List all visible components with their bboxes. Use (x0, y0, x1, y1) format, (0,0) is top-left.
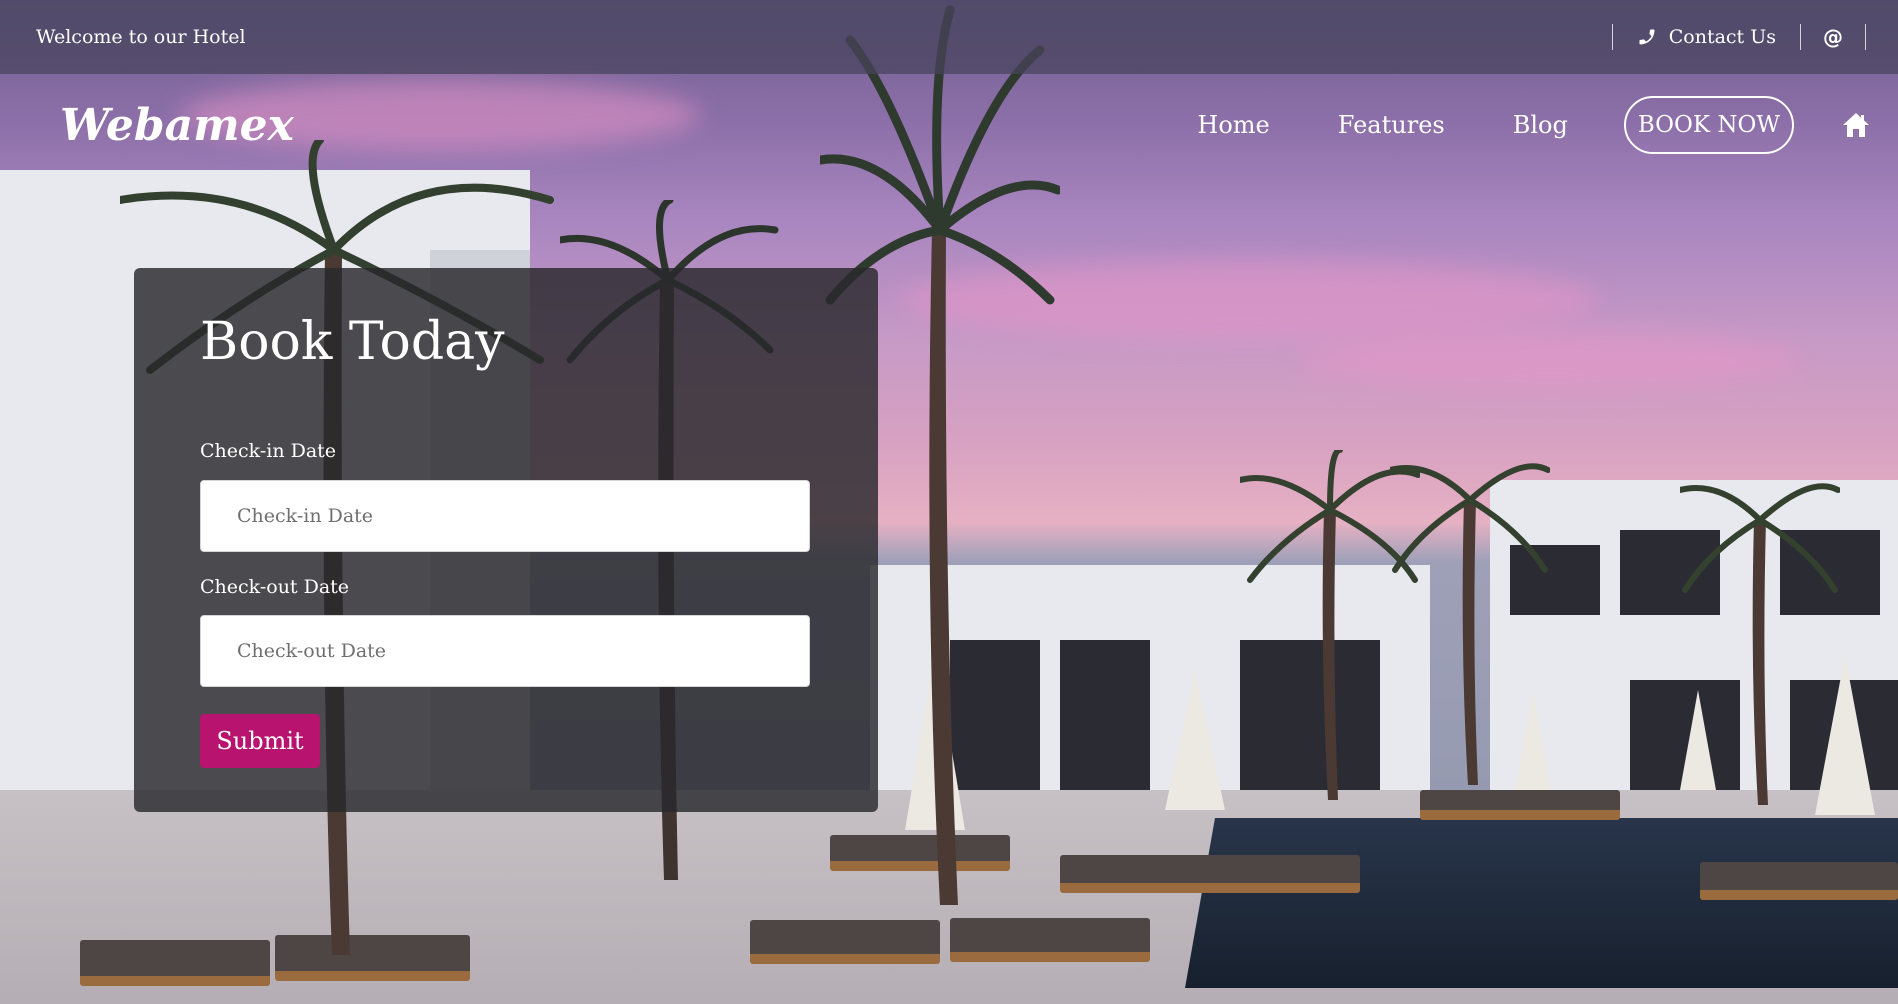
top-info-bar: Welcome to our Hotel Contact Us @ (0, 0, 1898, 74)
checkin-label: Check-in Date (200, 440, 337, 462)
checkout-label: Check-out Date (200, 576, 350, 598)
palm-tree (1680, 483, 1840, 805)
contact-us-label: Contact Us (1668, 26, 1776, 48)
sun-lounger (950, 918, 1150, 962)
welcome-text: Welcome to our Hotel (36, 26, 246, 48)
divider (1865, 24, 1866, 50)
swimming-pool (1185, 818, 1898, 988)
closed-umbrella (1165, 670, 1225, 810)
sun-lounger (750, 920, 940, 964)
topbar-contact-group: Contact Us @ (1611, 0, 1866, 74)
nav-item-blog[interactable]: Blog (1513, 111, 1568, 139)
booking-title: Book Today (200, 312, 505, 372)
cloud (1300, 330, 1800, 390)
checkin-date-input[interactable] (200, 480, 810, 552)
submit-button[interactable]: Submit (200, 714, 320, 768)
book-now-button[interactable]: BOOK NOW (1623, 96, 1794, 154)
phone-icon (1639, 29, 1655, 45)
sun-lounger (1060, 855, 1360, 893)
site-logo[interactable]: Webamex (60, 100, 294, 151)
booking-form-card: Book Today Check-in Date Check-out Date … (134, 268, 878, 812)
nav-item-features[interactable]: Features (1338, 111, 1445, 139)
sun-lounger (1420, 790, 1620, 820)
main-navigation: Webamex Home Features Blog BOOK NOW (0, 74, 1898, 178)
building-window (1060, 640, 1150, 790)
palm-tree (1390, 463, 1550, 785)
home-icon[interactable] (1842, 112, 1870, 138)
contact-us-link[interactable]: Contact Us (1613, 26, 1800, 48)
nav-menu: Home Features Blog BOOK NOW (1197, 96, 1870, 154)
email-link[interactable]: @ (1801, 25, 1865, 49)
sun-lounger (1700, 862, 1898, 900)
nav-item-home[interactable]: Home (1197, 111, 1269, 139)
checkout-date-input[interactable] (200, 615, 810, 687)
